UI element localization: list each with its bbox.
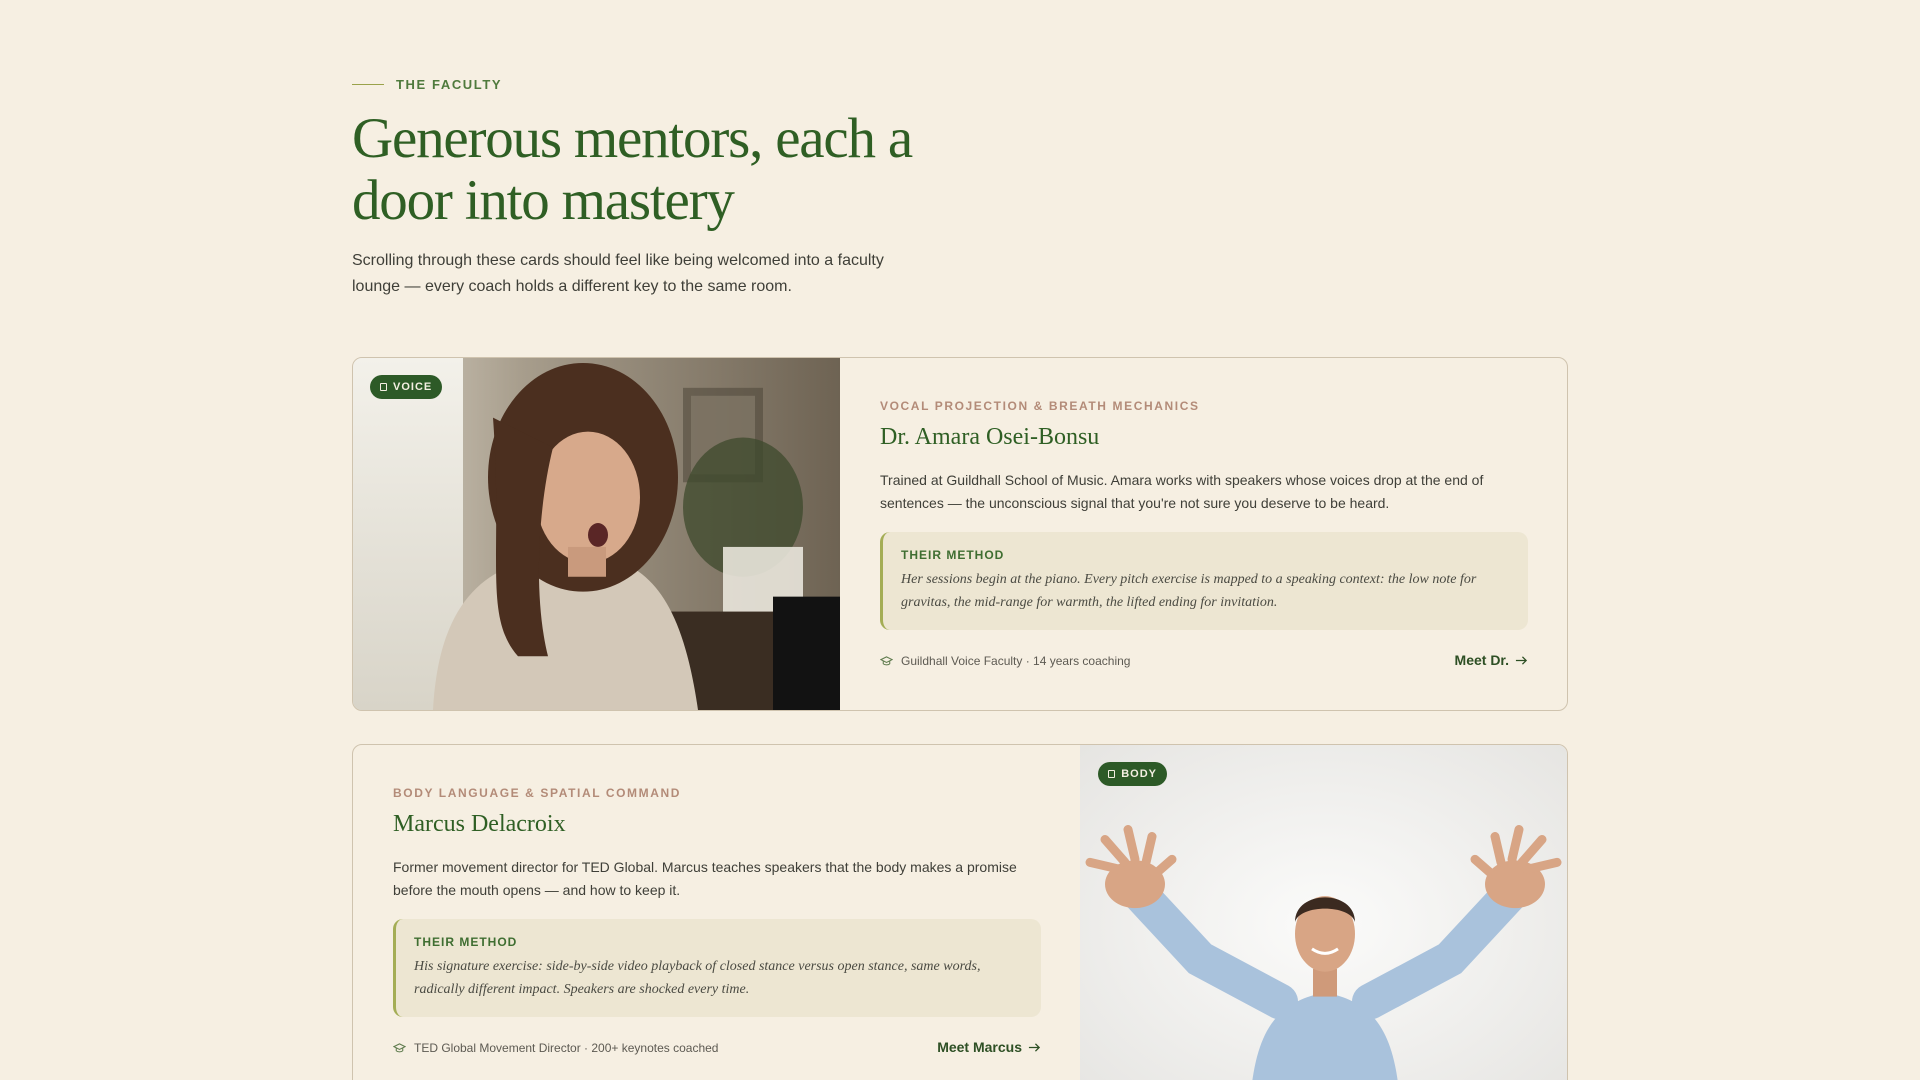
- coach-bio: Former movement director for TED Global.…: [393, 859, 1017, 898]
- page-title: Generous mentors, each a door into maste…: [352, 107, 913, 232]
- coach-photo: [353, 358, 840, 710]
- category-tag-label: BODY: [1121, 768, 1157, 780]
- coach-bio: Trained at Guildhall School of Music. Am…: [880, 472, 1484, 511]
- coach-meta: Guildhall Voice Faculty · 14 years coach…: [880, 654, 1130, 668]
- tag-icon: [1108, 770, 1116, 778]
- meet-coach-label: Meet Dr.: [1454, 652, 1509, 668]
- coach-meta-text: Guildhall Voice Faculty · 14 years coach…: [901, 654, 1131, 668]
- card-content: BODY LANGUAGE & SPATIAL COMMAND Marcus D…: [393, 745, 1041, 1080]
- arrow-right-icon: [1515, 655, 1528, 665]
- graduation-cap-icon: [393, 1042, 406, 1052]
- method-label: THEIR METHOD: [414, 935, 518, 949]
- section-eyebrow: THE FACULTY: [352, 77, 502, 92]
- tag-icon: [380, 383, 387, 391]
- faculty-card-amara: VOICE VOCAL PROJECTION & BREATH MECHANIC…: [352, 357, 1568, 711]
- method-label: THEIR METHOD: [901, 548, 1005, 562]
- meet-coach-link[interactable]: Meet Dr.: [1455, 652, 1528, 668]
- coach-photo-image: [1080, 745, 1567, 1080]
- eyebrow-label: THE FACULTY: [396, 77, 503, 92]
- method-callout: THEIR METHOD His signature exercise: sid…: [393, 919, 1041, 1017]
- coach-name: Dr. Amara Osei-Bonsu: [880, 424, 1100, 450]
- category-tag: VOICE: [370, 375, 443, 399]
- graduation-cap-icon: [880, 655, 893, 665]
- page-subtitle: Scrolling through these cards should fee…: [352, 252, 884, 295]
- meet-coach-link[interactable]: Meet Marcus: [937, 1039, 1041, 1055]
- method-text: His signature exercise: side-by-side vid…: [414, 959, 981, 997]
- coach-name: Marcus Delacroix: [393, 811, 566, 837]
- card-content: VOCAL PROJECTION & BREATH MECHANICS Dr. …: [880, 358, 1528, 710]
- faculty-page: THE FACULTY Generous mentors, each a doo…: [0, 0, 1920, 1080]
- coach-photo: [1080, 745, 1567, 1080]
- category-tag: BODY: [1098, 762, 1167, 786]
- coach-speciality: BODY LANGUAGE & SPATIAL COMMAND: [393, 786, 682, 800]
- category-tag-label: VOICE: [393, 381, 433, 393]
- coach-meta-text: TED Global Movement Director · 200+ keyn…: [414, 1041, 719, 1055]
- method-callout: THEIR METHOD Her sessions begin at the p…: [880, 532, 1528, 630]
- method-text: Her sessions begin at the piano. Every p…: [901, 572, 1477, 610]
- coach-speciality: VOCAL PROJECTION & BREATH MECHANICS: [880, 399, 1200, 413]
- meet-coach-label: Meet Marcus: [937, 1039, 1022, 1055]
- eyebrow-divider: [352, 84, 384, 85]
- coach-meta: TED Global Movement Director · 200+ keyn…: [393, 1041, 718, 1055]
- faculty-card-marcus: BODY LANGUAGE & SPATIAL COMMAND Marcus D…: [352, 744, 1568, 1080]
- arrow-right-icon: [1028, 1042, 1041, 1052]
- coach-photo-image: [353, 358, 840, 710]
